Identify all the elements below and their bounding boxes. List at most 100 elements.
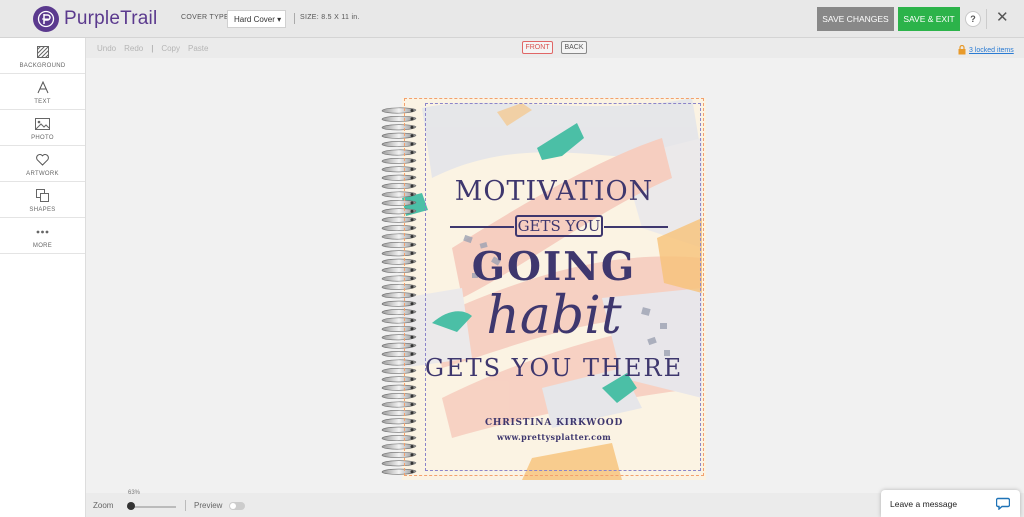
binding-hole bbox=[410, 109, 414, 112]
size-label: SIZE: 8.5 X 11 in. bbox=[300, 14, 360, 21]
decorative-line bbox=[604, 226, 668, 228]
binding-hole bbox=[410, 394, 414, 398]
background-icon bbox=[36, 43, 49, 60]
cover-text-gets-you[interactable]: GETS YOU bbox=[515, 215, 603, 237]
zoom-label: Zoom bbox=[93, 501, 114, 510]
cover-design[interactable]: MOTIVATION GETS YOU GOING habit GETS YOU… bbox=[402, 98, 706, 480]
binding-hole bbox=[410, 453, 414, 457]
binding-hole bbox=[410, 470, 414, 474]
sidebar-item-label: TEXT bbox=[34, 99, 51, 105]
copy-button[interactable]: Copy bbox=[161, 44, 180, 53]
tool-sidebar: BACKGROUND TEXT PHOTO ARTWORK SHAPES MOR… bbox=[0, 38, 86, 517]
binding-hole bbox=[410, 151, 414, 154]
binding-hole bbox=[410, 386, 414, 390]
help-button[interactable]: ? bbox=[965, 11, 981, 27]
top-bar: PurpleTrail COVER TYPE: Hard Cover ▾ SIZ… bbox=[0, 0, 1024, 38]
binding-hole bbox=[410, 142, 414, 146]
toolbar-divider: | bbox=[151, 44, 154, 53]
redo-button[interactable]: Redo bbox=[124, 44, 143, 53]
sidebar-item-label: ARTWORK bbox=[26, 171, 59, 177]
decorative-line bbox=[450, 226, 514, 228]
divider bbox=[185, 500, 186, 511]
app-name: PurpleTrail bbox=[64, 8, 158, 29]
binding-hole bbox=[410, 117, 414, 121]
binding-hole bbox=[410, 310, 414, 314]
logo-mark-icon bbox=[33, 6, 59, 32]
binding-hole bbox=[410, 352, 414, 356]
sidebar-item-label: PHOTO bbox=[31, 135, 54, 141]
cover-text-habit[interactable]: habit bbox=[402, 286, 706, 346]
back-side-button[interactable]: BACK bbox=[561, 41, 587, 54]
edit-toolbar: Undo Redo | Copy Paste bbox=[97, 44, 208, 53]
purpletrail-logo[interactable]: PurpleTrail bbox=[33, 6, 157, 32]
cover-title-motivation[interactable]: MOTIVATION bbox=[402, 176, 706, 207]
binding-hole bbox=[410, 361, 414, 364]
sidebar-item-label: SHAPES bbox=[29, 207, 56, 213]
zoom-slider-handle[interactable] bbox=[127, 502, 135, 510]
preview-label: Preview bbox=[194, 501, 223, 510]
cover-type-select[interactable]: Hard Cover ▾ bbox=[227, 10, 286, 28]
close-icon[interactable]: ✕ bbox=[996, 9, 1009, 27]
divider bbox=[294, 13, 295, 24]
binding-hole bbox=[410, 445, 414, 448]
save-exit-button[interactable]: SAVE & EXIT bbox=[898, 7, 960, 31]
binding-hole bbox=[410, 125, 414, 129]
binding-hole bbox=[410, 226, 414, 230]
notebook-preview: MOTIVATION GETS YOU GOING habit GETS YOU… bbox=[378, 98, 706, 480]
cover-text-going[interactable]: GOING bbox=[402, 244, 706, 290]
sidebar-item-label: BACKGROUND bbox=[19, 63, 66, 69]
sidebar-item-artwork[interactable]: ARTWORK bbox=[0, 146, 85, 182]
locked-items-link[interactable]: 3 locked items bbox=[958, 45, 1014, 55]
binding-hole bbox=[410, 209, 414, 213]
binding-hole bbox=[410, 335, 414, 339]
binding-hole bbox=[410, 369, 414, 373]
more-icon bbox=[36, 223, 49, 240]
binding-hole bbox=[410, 260, 414, 264]
sidebar-item-label: MORE bbox=[32, 243, 53, 249]
binding-hole bbox=[410, 319, 414, 322]
front-side-button[interactable]: FRONT bbox=[522, 41, 553, 54]
binding-hole bbox=[410, 403, 414, 406]
binding-hole bbox=[410, 235, 414, 238]
sidebar-item-shapes[interactable]: SHAPES bbox=[0, 182, 85, 218]
photo-icon bbox=[35, 115, 50, 132]
binding-hole bbox=[410, 293, 414, 297]
divider bbox=[986, 9, 987, 29]
binding-hole bbox=[410, 277, 414, 280]
cover-author-name[interactable]: CHRISTINA KIRKWOOD bbox=[402, 418, 706, 428]
binding-hole bbox=[410, 159, 414, 163]
binding-hole bbox=[410, 327, 414, 331]
chat-label: Leave a message bbox=[890, 499, 958, 509]
cover-text-gets-you-there[interactable]: GETS YOU THERE bbox=[402, 354, 706, 382]
paste-button[interactable]: Paste bbox=[188, 44, 208, 53]
binding-hole bbox=[410, 377, 414, 381]
binding-hole bbox=[410, 201, 414, 205]
cover-website[interactable]: www.prettysplatter.com bbox=[402, 432, 706, 442]
save-changes-button[interactable]: SAVE CHANGES bbox=[817, 7, 894, 31]
chat-bubble-icon bbox=[996, 497, 1010, 510]
sidebar-item-background[interactable]: BACKGROUND bbox=[0, 38, 85, 74]
binding-hole bbox=[410, 184, 414, 188]
binding-hole bbox=[410, 167, 414, 171]
binding-hole bbox=[410, 436, 414, 440]
binding-hole bbox=[410, 193, 414, 196]
binding-hole bbox=[410, 268, 414, 272]
lock-icon bbox=[958, 45, 966, 55]
binding-hole bbox=[410, 411, 414, 415]
shapes-icon bbox=[36, 187, 49, 204]
sidebar-item-photo[interactable]: PHOTO bbox=[0, 110, 85, 146]
binding-hole bbox=[410, 344, 414, 348]
binding-hole bbox=[410, 218, 414, 222]
cover-type-label: COVER TYPE: bbox=[181, 14, 232, 21]
zoom-percent: 63% bbox=[128, 490, 141, 496]
binding-hole bbox=[410, 302, 414, 306]
binding-hole bbox=[410, 134, 414, 138]
text-icon bbox=[37, 79, 49, 96]
preview-toggle[interactable] bbox=[229, 502, 245, 510]
heart-icon bbox=[36, 151, 49, 168]
sidebar-item-more[interactable]: MORE bbox=[0, 218, 85, 254]
sidebar-item-text[interactable]: TEXT bbox=[0, 74, 85, 110]
chat-widget[interactable]: Leave a message bbox=[881, 490, 1020, 517]
binding-hole bbox=[410, 251, 414, 255]
undo-button[interactable]: Undo bbox=[97, 44, 116, 53]
